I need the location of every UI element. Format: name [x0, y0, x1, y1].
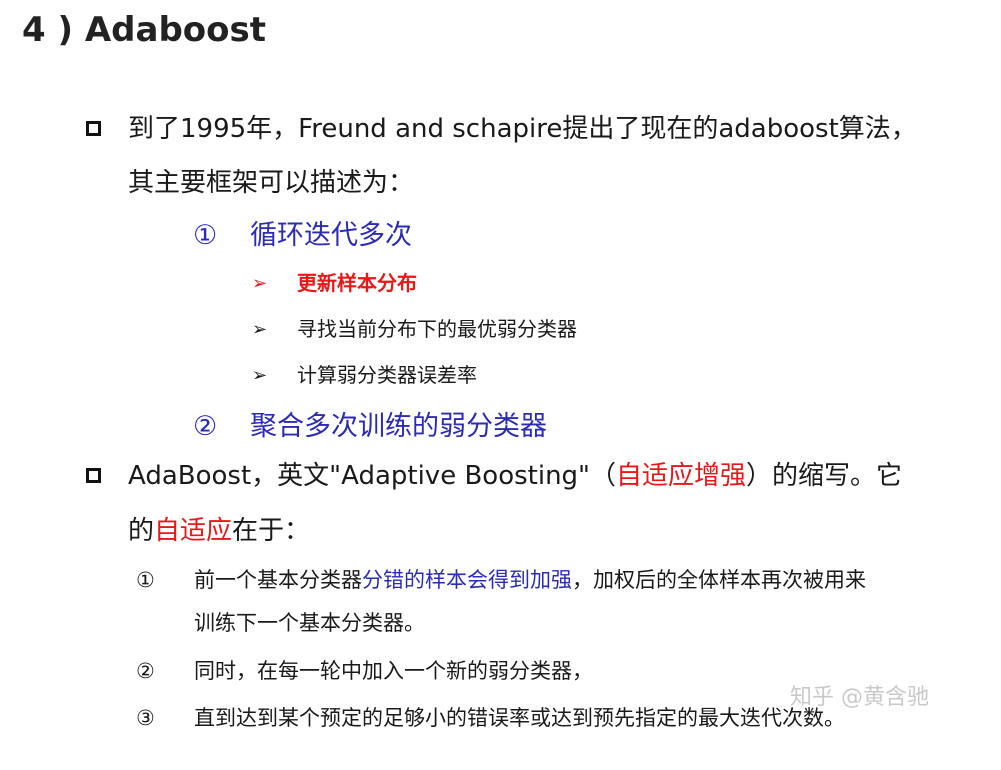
- arrow-bullet-icon: ➢: [252, 273, 268, 294]
- bullet2-highlight-adaptive-boost: 自适应增强: [616, 461, 747, 491]
- bullet2-line1-text: AdaBoost，英文"Adaptive Boosting"（: [128, 461, 617, 491]
- point1-text-end: ，加权后的全体样本再次被用来: [572, 568, 866, 592]
- point1-text: 前一个基本分类器: [194, 568, 362, 592]
- point3-text: 直到达到某个预定的足够小的错误率或达到预先指定的最大迭代次数。: [194, 706, 845, 730]
- slide-title: 4 ) Adaboost: [22, 10, 267, 50]
- step1-label: 循环迭代多次: [250, 220, 412, 251]
- bullet2-line2-end: 在于：: [232, 516, 311, 546]
- point2-text: 同时，在每一轮中加入一个新的弱分类器，: [194, 659, 593, 683]
- bullet1-line2: 其主要框架可以描述为：: [128, 168, 415, 198]
- bullet1-line1: 到了1995年，Freund and schapire提出了现在的adaboos…: [128, 114, 917, 144]
- point1-highlight: 分错的样本会得到加强: [362, 568, 572, 592]
- bullet2-line2-text: 的: [128, 516, 155, 546]
- point1-line1: 前一个基本分类器分错的样本会得到加强，加权后的全体样本再次被用来: [194, 565, 866, 595]
- square-bullet-icon: [86, 468, 101, 483]
- bullet2-highlight-adaptive: 自适应: [154, 516, 233, 546]
- step2-label: 聚合多次训练的弱分类器: [250, 411, 547, 442]
- point3-number: ③: [136, 706, 155, 730]
- square-bullet-icon: [86, 121, 101, 136]
- point1-line2: 训练下一个基本分类器。: [194, 611, 425, 635]
- substep-find-weak-classifier: 寻找当前分布下的最优弱分类器: [297, 317, 577, 341]
- substep-compute-error: 计算弱分类器误差率: [297, 363, 477, 387]
- point2-number: ②: [136, 659, 155, 683]
- bullet2-line1-end: ）的缩写。它: [746, 461, 903, 491]
- step2-number: ②: [193, 411, 218, 442]
- bullet2-line1: AdaBoost，英文"Adaptive Boosting"（自适应增强）的缩写…: [128, 459, 902, 493]
- point1-number: ①: [136, 568, 155, 592]
- substep-update-distribution: 更新样本分布: [297, 271, 417, 295]
- arrow-bullet-icon: ➢: [252, 365, 268, 386]
- zhihu-watermark: 知乎 @黄含驰: [790, 685, 929, 710]
- step1-number: ①: [193, 220, 218, 251]
- bullet2-line2: 的自适应在于：: [128, 514, 310, 548]
- arrow-bullet-icon: ➢: [252, 319, 268, 340]
